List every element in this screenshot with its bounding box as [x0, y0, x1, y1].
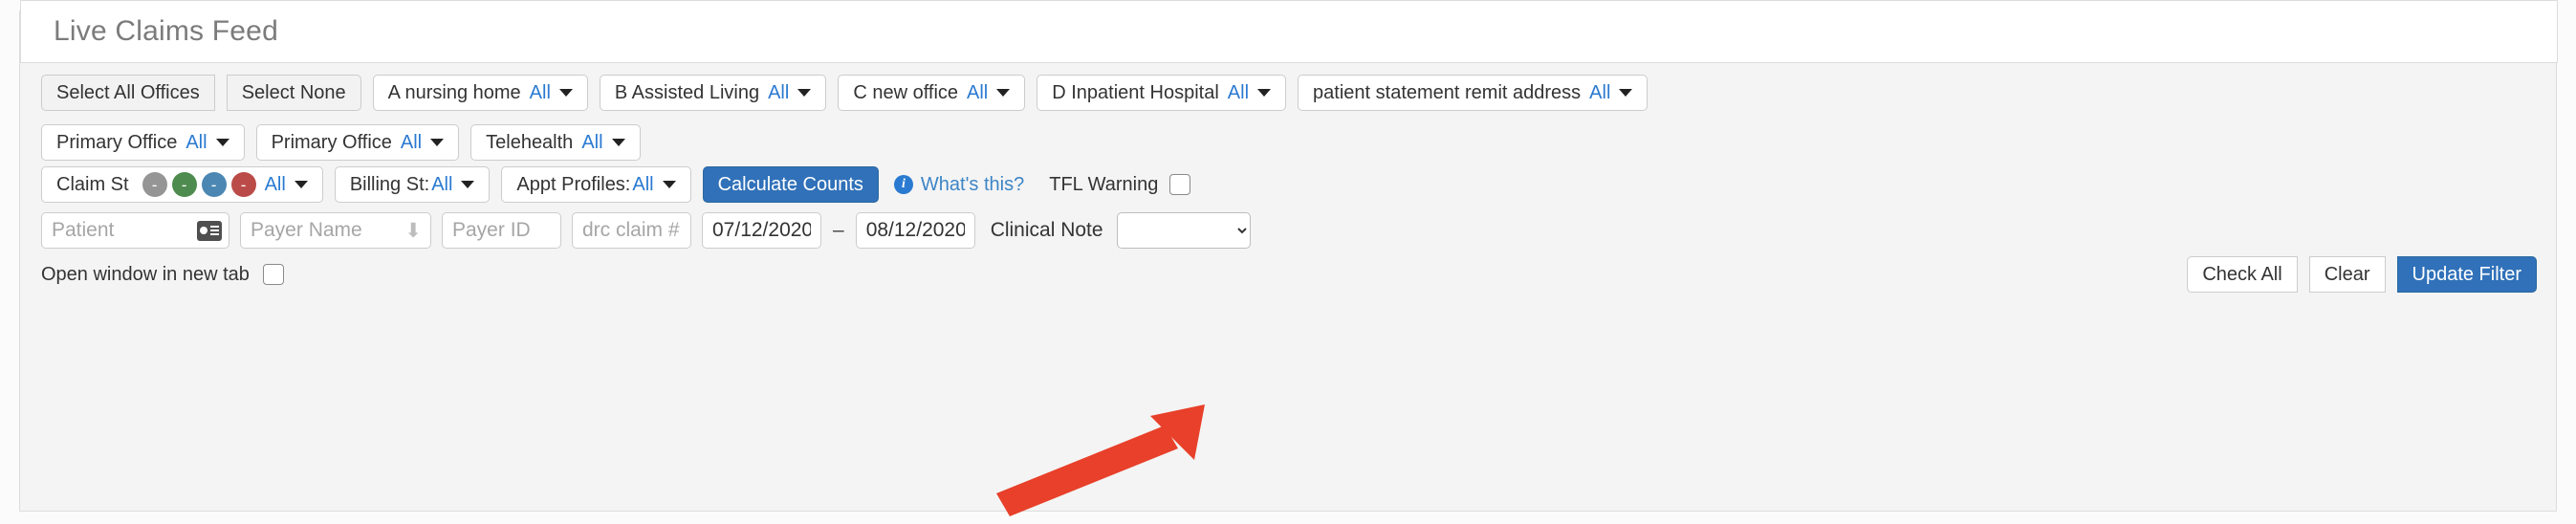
claim-status-label: Claim St [56, 174, 129, 195]
open-new-tab-control: Open window in new tab [41, 264, 284, 286]
office-filter-value: All [768, 82, 790, 103]
caret-down-icon [996, 89, 1011, 97]
office-filter-label: A nursing home [387, 82, 521, 103]
status-dot-blue[interactable]: - [201, 172, 227, 197]
office-filter-b-assisted-living[interactable]: B Assisted Living All [599, 75, 827, 111]
claim-status-value: All [264, 174, 286, 195]
office-filter-value: All [186, 132, 207, 153]
office-select-button-group: Select All Offices Select None [41, 75, 361, 111]
office-filter-telehealth[interactable]: Telehealth All [470, 124, 641, 161]
office-filter-label: Primary Office [271, 132, 392, 153]
status-dot-gray[interactable]: - [142, 172, 167, 197]
select-all-offices-button[interactable]: Select All Offices [41, 75, 215, 111]
caret-down-icon [1619, 89, 1633, 97]
calculate-counts-button[interactable]: Calculate Counts [702, 166, 879, 203]
payer-name-input-wrap: ⬇ [240, 212, 431, 249]
office-filter-d-inpatient-hospital[interactable]: D Inpatient Hospital All [1037, 75, 1287, 111]
live-claims-feed-panel: Live Claims Feed Select All Offices Sele… [19, 0, 2558, 512]
office-filter-primary-office-1[interactable]: Primary Office All [41, 124, 245, 161]
clear-button[interactable]: Clear [2308, 256, 2386, 293]
select-none-button[interactable]: Select None [226, 75, 361, 111]
office-filter-patient-statement-remit-address[interactable]: patient statement remit address All [1298, 75, 1648, 111]
office-filter-c-new-office[interactable]: C new office All [838, 75, 1026, 111]
clinical-note-label: Clinical Note [990, 219, 1103, 241]
open-new-tab-label: Open window in new tab [41, 263, 250, 285]
date-to-input[interactable] [855, 212, 975, 249]
caret-down-icon [662, 181, 676, 188]
arrow-down-icon[interactable]: ⬇ [404, 221, 422, 241]
payer-name-input[interactable] [240, 212, 431, 249]
caret-down-icon [430, 139, 445, 146]
office-filter-primary-office-2[interactable]: Primary Office All [255, 124, 460, 161]
whats-this-link[interactable]: i What's this? [893, 173, 1025, 196]
caret-down-icon [797, 89, 812, 97]
open-new-tab-checkbox[interactable] [262, 264, 284, 285]
office-filter-a-nursing-home[interactable]: A nursing home All [372, 75, 588, 111]
clinical-note-select[interactable] [1116, 212, 1251, 249]
appt-profiles-value: All [632, 174, 654, 195]
claim-status-dots: - - - - [142, 172, 256, 197]
date-from-input[interactable] [702, 212, 821, 249]
billing-status-value: All [431, 174, 453, 195]
appt-profiles-filter[interactable]: Appt Profiles: All [501, 166, 691, 203]
info-circle-icon: i [893, 175, 913, 194]
id-card-icon[interactable] [197, 220, 222, 241]
office-filter-value: All [1227, 82, 1250, 103]
office-filter-value: All [967, 82, 989, 103]
appt-profiles-label: Appt Profiles: [516, 174, 631, 195]
patient-input-wrap [41, 212, 229, 249]
caret-down-icon [294, 181, 308, 188]
status-dot-red[interactable]: - [230, 172, 256, 197]
office-filter-label: D Inpatient Hospital [1052, 82, 1219, 103]
update-filter-button[interactable]: Update Filter [2396, 256, 2537, 293]
office-filter-label: Primary Office [56, 132, 178, 153]
billing-status-filter[interactable]: Billing St: All [334, 166, 491, 203]
caret-down-icon [215, 139, 229, 146]
check-all-button[interactable]: Check All [2187, 256, 2298, 293]
billing-status-label: Billing St: [349, 174, 430, 195]
drc-claim-number-input[interactable] [572, 212, 691, 249]
payer-id-input[interactable] [442, 212, 561, 249]
office-filter-label: patient statement remit address [1313, 82, 1582, 103]
caret-down-icon [461, 181, 475, 188]
date-range-separator: – [833, 219, 844, 241]
page-title: Live Claims Feed [54, 15, 278, 47]
office-filter-row-1: Select All Offices Select None A nursing… [41, 75, 1648, 111]
office-filter-value: All [1589, 82, 1611, 103]
office-filter-label: Telehealth [486, 132, 574, 153]
caret-down-icon [611, 139, 625, 146]
tfl-warning-label: TFL Warning [1049, 173, 1159, 195]
search-filter-row: ⬇ – Clinical Note [41, 212, 1251, 249]
panel-header: Live Claims Feed [20, 0, 2558, 63]
whats-this-label: What's this? [920, 173, 1025, 195]
office-filter-label: C new office [853, 82, 959, 103]
tfl-warning-checkbox[interactable] [1169, 174, 1191, 195]
caret-down-icon [1257, 89, 1272, 97]
status-dot-green[interactable]: - [171, 172, 197, 197]
bottom-action-row: Open window in new tab Check All Clear U… [41, 256, 2537, 293]
claim-status-filter[interactable]: Claim St - - - - All [41, 166, 323, 203]
office-filter-value: All [529, 82, 551, 103]
office-filter-value: All [581, 132, 603, 153]
filter-action-buttons: Check All Clear Update Filter [2187, 256, 2537, 293]
filter-button-group: Check All Clear Update Filter [2187, 256, 2537, 293]
caret-down-icon [558, 89, 573, 97]
office-filter-label: B Assisted Living [614, 82, 760, 103]
office-filter-value: All [400, 132, 423, 153]
office-filter-row-2: Primary Office All Primary Office All Te… [41, 124, 641, 161]
status-filter-row: Claim St - - - - All Billing St: All App… [41, 166, 1191, 203]
